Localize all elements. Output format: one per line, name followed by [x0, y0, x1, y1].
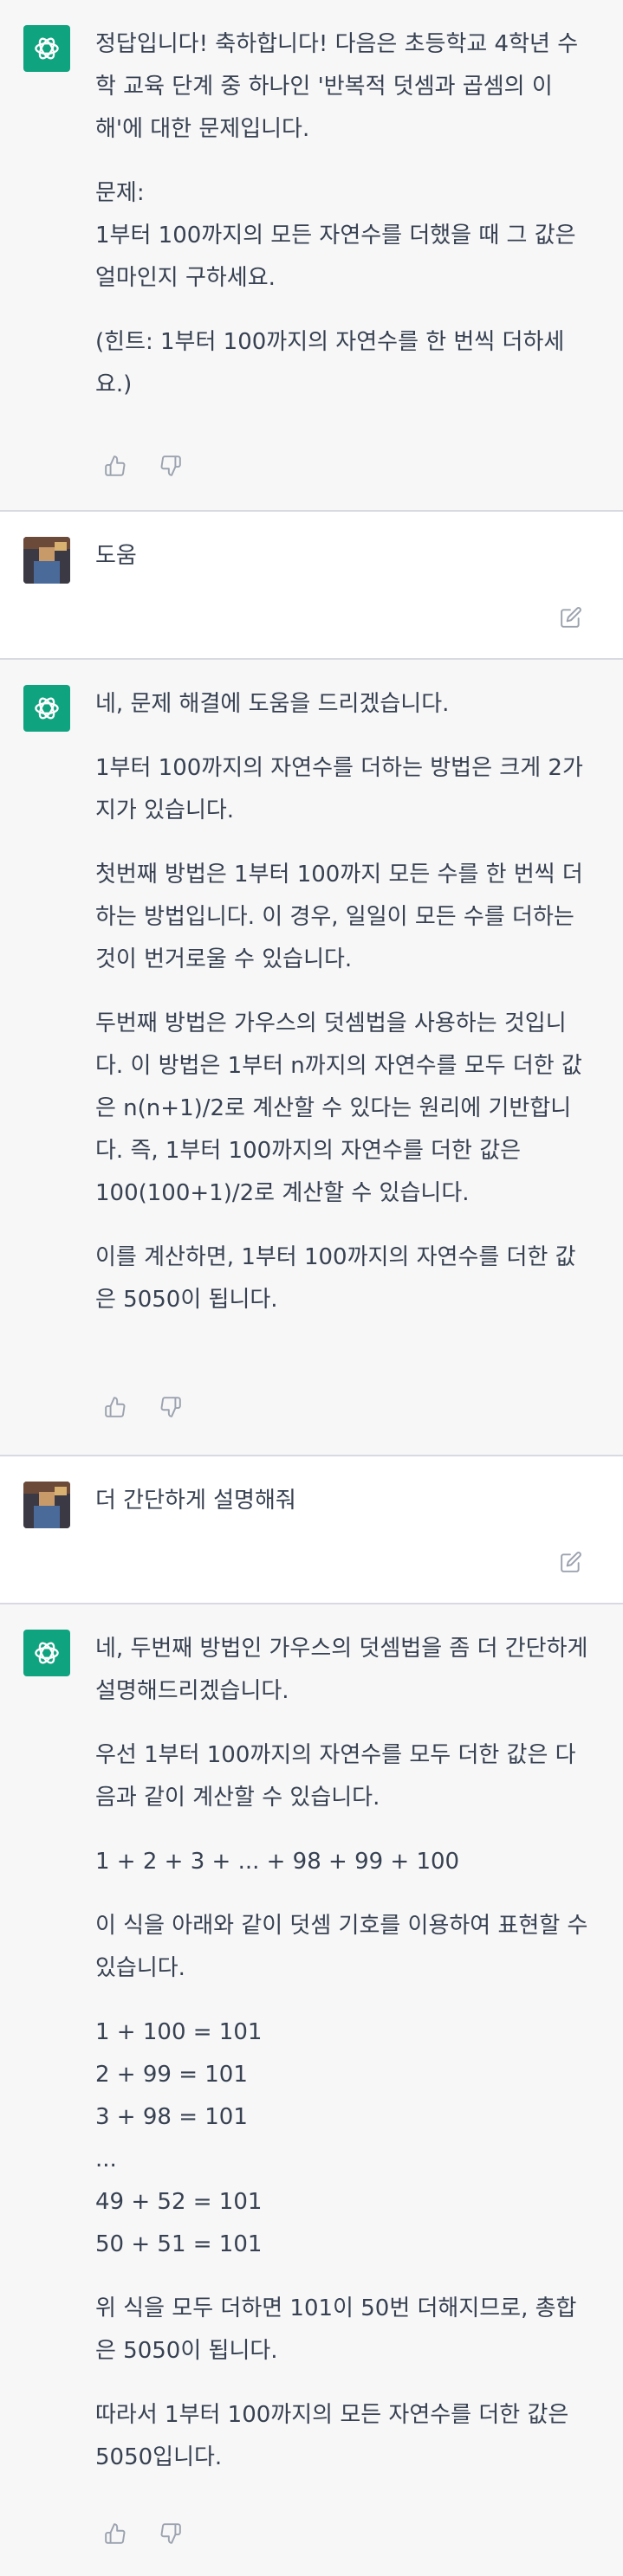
user-avatar: [23, 537, 70, 584]
user-avatar: [23, 1482, 70, 1528]
message-paragraph: 네, 문제 해결에 도움을 드리겠습니다.: [95, 691, 450, 717]
message-content: 정답입니다! 축하합니다! 다음은 초등학교 4학년 수학 교육 단계 중 하나…: [95, 23, 594, 406]
message-paragraph: 1부터 100까지의 자연수를 더하는 방법은 크게 2가지가 있습니다.: [95, 755, 583, 823]
feedback-buttons: [98, 2518, 188, 2553]
message-paragraph: 우선 1부터 100까지의 자연수를 모두 더한 값은 다음과 같이 계산할 수…: [95, 1742, 576, 1811]
edit-icon: [560, 1551, 582, 1577]
message-content: 네, 문제 해결에 도움을 드리겠습니다. 1부터 100까지의 자연수를 더하…: [95, 683, 594, 1321]
thumbs-down-button[interactable]: [153, 1391, 188, 1426]
message-content: 더 간단하게 설명해줘: [95, 1480, 594, 1522]
thumbs-up-button[interactable]: [98, 450, 133, 485]
openai-logo-icon: [23, 25, 70, 72]
thumbs-up-icon: [104, 2522, 127, 2548]
thumbs-down-button[interactable]: [153, 2518, 188, 2553]
edit-message-button[interactable]: [554, 1546, 588, 1581]
user-message-text: 도움: [95, 543, 137, 569]
thumbs-down-icon: [159, 455, 182, 481]
math-pairs: 1 + 100 = 101 2 + 99 = 101 3 + 98 = 101 …: [95, 2019, 263, 2257]
edit-icon: [560, 606, 582, 632]
thumbs-down-icon: [159, 1396, 182, 1422]
assistant-message: 정답입니다! 축하합니다! 다음은 초등학교 4학년 수학 교육 단계 중 하나…: [0, 0, 623, 510]
feedback-buttons: [98, 1391, 188, 1426]
thumbs-down-button[interactable]: [153, 450, 188, 485]
message-paragraph: 문제: 1부터 100까지의 모든 자연수를 더했을 때 그 값은 얼마인지 구…: [95, 180, 576, 291]
message-paragraph: 이 식을 아래와 같이 덧셈 기호를 이용하여 표현할 수 있습니다.: [95, 1913, 588, 1981]
openai-logo-icon: [23, 685, 70, 732]
message-paragraph: (힌트: 1부터 100까지의 자연수를 한 번씩 더하세요.): [95, 329, 565, 397]
message-paragraph: 정답입니다! 축하합니다! 다음은 초등학교 4학년 수학 교육 단계 중 하나…: [95, 31, 579, 142]
openai-logo-icon: [23, 1630, 70, 1676]
assistant-message: 네, 문제 해결에 도움을 드리겠습니다. 1부터 100까지의 자연수를 더하…: [0, 660, 623, 1455]
message-paragraph: 네, 두번째 방법인 가우스의 덧셈법을 좀 더 간단하게 설명해드리겠습니다.: [95, 1636, 588, 1704]
thumbs-up-icon: [104, 1396, 127, 1422]
user-message-text: 더 간단하게 설명해줘: [95, 1488, 296, 1514]
user-message: 도움: [0, 512, 623, 658]
edit-message-button[interactable]: [554, 602, 588, 636]
feedback-buttons: [98, 450, 188, 485]
message-paragraph: 따라서 1부터 100까지의 모든 자연수를 더한 값은 5050입니다.: [95, 2402, 569, 2470]
assistant-message: 네, 두번째 방법인 가우스의 덧셈법을 좀 더 간단하게 설명해드리겠습니다.…: [0, 1604, 623, 2576]
message-paragraph: 첫번째 방법은 1부터 100까지 모든 수를 한 번씩 더하는 방법입니다. …: [95, 862, 583, 972]
thumbs-up-icon: [104, 455, 127, 481]
message-paragraph: 이를 계산하면, 1부터 100까지의 자연수를 더한 값은 5050이 됩니다…: [95, 1244, 576, 1313]
message-paragraph: 위 식을 모두 더하면 101이 50번 더해지므로, 총합은 5050이 됩니…: [95, 2295, 577, 2364]
user-message: 더 간단하게 설명해줘: [0, 1456, 623, 1603]
math-expression: 1 + 2 + 3 + ... + 98 + 99 + 100: [95, 1849, 460, 1875]
message-content: 도움: [95, 535, 594, 578]
thumbs-down-icon: [159, 2522, 182, 2548]
thumbs-up-button[interactable]: [98, 2518, 133, 2553]
message-content: 네, 두번째 방법인 가우스의 덧셈법을 좀 더 간단하게 설명해드리겠습니다.…: [95, 1628, 594, 2479]
message-paragraph: 두번째 방법은 가우스의 덧셈법을 사용하는 것입니다. 이 방법은 1부터 n…: [95, 1010, 582, 1206]
thumbs-up-button[interactable]: [98, 1391, 133, 1426]
